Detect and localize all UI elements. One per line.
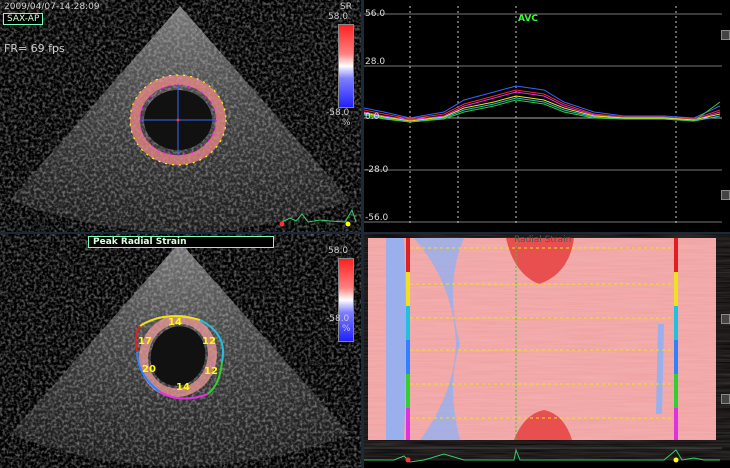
frame-rate: FR= 69 fps bbox=[4, 42, 65, 55]
strain-curve-plot[interactable] bbox=[364, 0, 730, 232]
negative-band-left bbox=[386, 238, 406, 440]
scale-max: 58.0 bbox=[328, 12, 349, 22]
scale-unit: % bbox=[342, 118, 351, 128]
scroll-down-icon[interactable] bbox=[721, 190, 730, 200]
seg-bar-left-blue bbox=[406, 340, 410, 374]
seg-bar-left-green bbox=[406, 374, 410, 408]
ecg-trace-bottom bbox=[364, 448, 720, 463]
center-point bbox=[176, 118, 180, 122]
ultrasound-panel-bottom[interactable]: Peak Radial Strain 14 12 12 14 20 17 58.… bbox=[0, 234, 361, 468]
scale-min-bottom: -58.0 bbox=[326, 314, 350, 324]
seg-bar-right-cyan bbox=[674, 306, 678, 340]
radial-strain-map-panel[interactable]: Radial Strain bbox=[364, 234, 730, 468]
ultrasound-image-bottom[interactable] bbox=[0, 234, 361, 468]
strain-curve-panel[interactable]: 56.0 28.0 0.0 -28.0 -56.0 AVC bbox=[364, 0, 730, 232]
y-tick-5: -56.0 bbox=[365, 213, 389, 223]
y-tick-2: 28.0 bbox=[365, 57, 386, 67]
scale-min: -58.0 bbox=[326, 108, 350, 118]
segment-value-5: 20 bbox=[142, 364, 156, 375]
peak-radial-strain-title: Peak Radial Strain bbox=[88, 236, 274, 248]
segment-value-2: 12 bbox=[202, 336, 216, 347]
ultrasound-image-top[interactable] bbox=[0, 0, 361, 232]
color-scale-bar bbox=[338, 24, 354, 108]
seg-bar-left-cyan bbox=[406, 306, 410, 340]
radial-strain-map[interactable] bbox=[364, 234, 730, 468]
ecg-start-marker-icon[interactable] bbox=[405, 457, 411, 463]
segment-value-1: 14 bbox=[168, 317, 182, 328]
seg-bar-right-yellow bbox=[674, 272, 678, 306]
ultrasound-panel-top[interactable]: 2009/04/07-14:28:09 SAX-AP FR= 69 fps SR… bbox=[0, 0, 361, 232]
curve-red bbox=[364, 89, 721, 120]
seg-bar-left-red bbox=[406, 238, 410, 272]
radial-strain-title: Radial Strain bbox=[514, 235, 572, 245]
seg-bar-left-yellow bbox=[406, 272, 410, 306]
ecg-marker-end-icon[interactable] bbox=[345, 221, 351, 227]
segment-value-4: 14 bbox=[176, 382, 190, 393]
map-scroll-down-icon[interactable] bbox=[721, 394, 730, 404]
ecg-marker-icon[interactable] bbox=[279, 221, 285, 227]
segment-value-3: 12 bbox=[204, 366, 218, 377]
segment-value-6: 17 bbox=[138, 336, 152, 347]
scale-unit-bottom: % bbox=[342, 324, 351, 334]
seg-bar-right-magenta bbox=[674, 408, 678, 440]
seg-bar-right-red bbox=[674, 238, 678, 272]
avc-label: AVC bbox=[518, 14, 538, 24]
timestamp: 2009/04/07-14:28:09 bbox=[4, 2, 100, 12]
seg-bar-right-green bbox=[674, 374, 678, 408]
ecg-end-marker-icon[interactable] bbox=[673, 457, 679, 463]
y-tick-1: 56.0 bbox=[365, 9, 386, 19]
map-scroll-up-icon[interactable] bbox=[721, 314, 730, 324]
view-tag: SAX-AP bbox=[3, 13, 44, 25]
scale-max-bottom: 58.0 bbox=[328, 246, 349, 256]
seg-bar-right-blue bbox=[674, 340, 678, 374]
y-tick-4: -28.0 bbox=[365, 165, 389, 175]
seg-bar-left-magenta bbox=[406, 408, 410, 440]
y-tick-3: 0.0 bbox=[365, 112, 380, 122]
scroll-up-icon[interactable] bbox=[721, 30, 730, 40]
scale-mode: SR bbox=[340, 2, 352, 12]
